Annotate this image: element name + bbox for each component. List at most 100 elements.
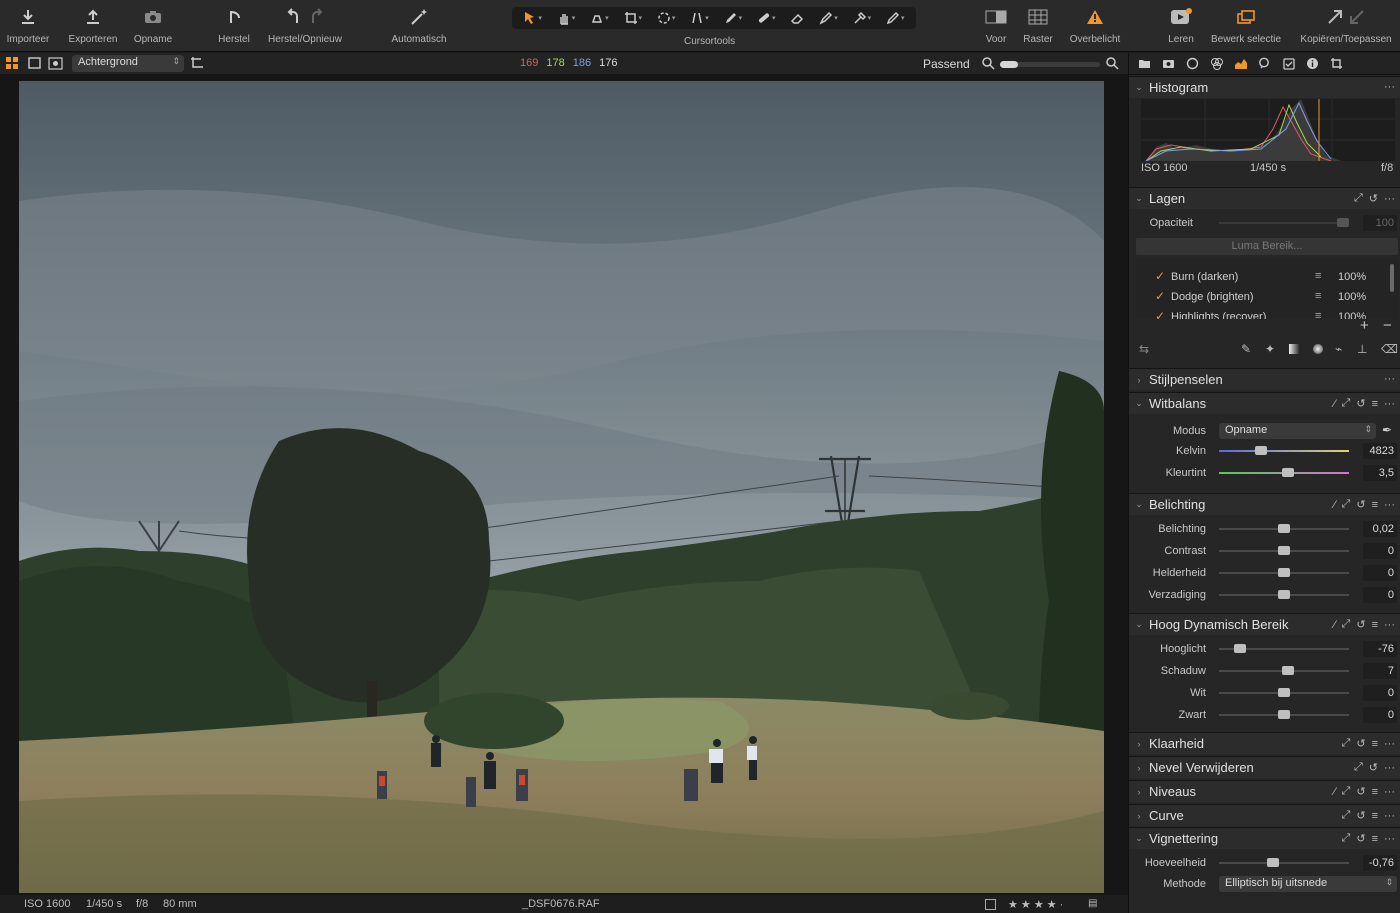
exposure-value[interactable]: 0,02 (1363, 521, 1397, 537)
tint-knob[interactable] (1282, 468, 1294, 477)
more-icon[interactable]: ··· (1384, 833, 1395, 845)
export-button[interactable]: Exporteren (64, 0, 122, 52)
checkmark-icon[interactable]: ✓ (1155, 269, 1165, 283)
luma-range-button[interactable]: Luma Bereik... (1136, 238, 1398, 255)
black-knob[interactable] (1278, 710, 1290, 719)
reset-button[interactable]: Herstel (212, 0, 256, 52)
reset-icon[interactable]: ↺ (1356, 832, 1365, 845)
more-icon[interactable]: ··· (1384, 619, 1395, 631)
more-icon[interactable]: ··· (1384, 81, 1395, 93)
expand-icon[interactable]: ⤢ (1342, 498, 1351, 511)
more-icon[interactable]: ··· (1384, 738, 1395, 750)
vignette-method-select[interactable]: Elliptisch bij uitsnede ⇕ (1219, 876, 1397, 892)
proof-eye-icon[interactable] (48, 57, 63, 70)
crop-tool[interactable]: ▾ (624, 11, 642, 25)
swap-icon[interactable]: ⇆ (1139, 342, 1149, 356)
add-layer-icon[interactable]: + (1360, 317, 1369, 334)
brightness-value[interactable]: 0 (1363, 565, 1397, 581)
menu-list-icon[interactable]: ▤ (1088, 898, 1097, 909)
tab-lens[interactable] (1185, 56, 1200, 71)
list-icon[interactable]: ≡ (1372, 619, 1378, 631)
hdr-header[interactable]: ⌄ Hoog Dynamisch Bereik ⁄ ⤢ ↺ ≡ ··· (1129, 613, 1400, 635)
import-button[interactable]: Importeer (4, 0, 52, 52)
vignette-amount-slider[interactable] (1219, 862, 1349, 864)
more-icon[interactable]: ··· (1384, 786, 1395, 798)
brush-icon[interactable]: ✎ (1241, 342, 1251, 356)
style-brushes-header[interactable]: › Stijlpenselen ··· (1129, 368, 1400, 390)
clarity-header[interactable]: › Klaarheid ⤢ ↺ ≡ ··· (1129, 732, 1400, 754)
checkmark-icon[interactable]: ✓ (1155, 309, 1165, 319)
dehaze-header[interactable]: › Nevel Verwijderen ⤢ ↺ ··· (1129, 756, 1400, 778)
select-checkbox[interactable] (985, 899, 996, 910)
expand-icon[interactable]: ⤢ (1342, 832, 1351, 845)
zoom-fit-label[interactable]: Passend (923, 57, 970, 71)
heal-tool[interactable]: ▾ (757, 11, 776, 25)
kelvin-slider[interactable] (1219, 450, 1349, 452)
tab-exposure[interactable] (1233, 56, 1248, 71)
tint-value[interactable]: 3,5 (1363, 465, 1397, 481)
picker-icon[interactable]: ⁄ (1334, 398, 1336, 410)
remove-layer-icon[interactable]: − (1383, 317, 1392, 334)
picker-icon[interactable]: ⁄ (1334, 499, 1336, 511)
white-value[interactable]: 0 (1363, 685, 1397, 701)
vignette-amount-value[interactable]: -0,76 (1363, 855, 1397, 871)
pan-tool[interactable]: ▾ (557, 11, 575, 25)
sliders-icon[interactable]: ≡ (1315, 290, 1321, 302)
layer-item[interactable]: ✓ Burn (darken) ≡ 100% (1129, 267, 1389, 287)
exposure-header[interactable]: ⌄ Belichting ⁄ ⤢ ↺ ≡ ··· (1129, 493, 1400, 515)
before-button[interactable]: Voor (982, 0, 1010, 52)
sliders-icon[interactable]: ≡ (1315, 270, 1321, 282)
heal-brush-icon[interactable]: ⌁ (1335, 342, 1342, 356)
levels-header[interactable]: › Niveaus ⁄ ⤢ ↺ ≡ ··· (1129, 780, 1400, 802)
zoom-slider-knob[interactable] (1000, 61, 1018, 68)
tab-metadata[interactable] (1305, 56, 1320, 71)
expand-icon[interactable]: ⤢ (1354, 192, 1363, 205)
gradient-tool[interactable]: ▾ (819, 11, 838, 25)
more-icon[interactable]: ··· (1384, 810, 1395, 822)
tab-capture[interactable] (1161, 56, 1176, 71)
list-icon[interactable]: ≡ (1372, 398, 1378, 410)
copy-apply-button[interactable]: Kopiëren/Toepassen (1296, 0, 1396, 52)
exposure-knob[interactable] (1278, 524, 1290, 533)
add-layer-icon[interactable] (190, 56, 204, 70)
reset-icon[interactable]: ↺ (1356, 809, 1365, 822)
capture-button[interactable]: Opname (130, 0, 176, 52)
list-icon[interactable]: ≡ (1372, 786, 1378, 798)
saturation-value[interactable]: 0 (1363, 587, 1397, 603)
kelvin-knob[interactable] (1255, 446, 1267, 455)
select-tool[interactable]: ▾ (523, 11, 542, 25)
black-value[interactable]: 0 (1363, 707, 1397, 723)
expand-icon[interactable]: ⤢ (1342, 737, 1351, 750)
sliders-icon[interactable]: ≡ (1315, 310, 1321, 319)
opacity-value[interactable]: 100 (1363, 215, 1397, 231)
layers-header[interactable]: ⌄ Lagen ⤢ ↺ ··· (1129, 187, 1400, 209)
highlight-knob[interactable] (1234, 644, 1246, 653)
expand-icon[interactable]: ⤢ (1342, 785, 1351, 798)
tab-library[interactable] (1137, 56, 1152, 71)
tab-crop[interactable] (1329, 56, 1344, 71)
expand-icon[interactable]: ⤢ (1342, 809, 1351, 822)
tab-adjustments[interactable] (1281, 56, 1296, 71)
more-icon[interactable]: ··· (1384, 398, 1395, 410)
single-view-icon[interactable] (28, 57, 41, 70)
vignetting-header[interactable]: ⌄ Vignettering ⤢ ↺ ≡ ··· (1129, 827, 1400, 849)
more-icon[interactable]: ··· (1384, 373, 1395, 385)
grid-button[interactable]: Raster (1020, 0, 1056, 52)
expand-icon[interactable]: ⤢ (1354, 761, 1363, 774)
auto-button[interactable]: Automatisch (386, 0, 452, 52)
more-icon[interactable]: ··· (1384, 499, 1395, 511)
expand-icon[interactable]: ⤢ (1342, 397, 1351, 410)
radial-gradient-icon[interactable] (1313, 344, 1323, 354)
shadow-knob[interactable] (1282, 666, 1294, 675)
exposure-warning-button[interactable]: Overbelicht (1066, 0, 1124, 52)
white-knob[interactable] (1278, 688, 1290, 697)
zoom-out-icon[interactable] (982, 57, 995, 70)
tab-details[interactable] (1257, 56, 1272, 71)
layer-item[interactable]: ✓ Highlights (recover) ≡ 100% (1129, 307, 1389, 319)
kelvin-value[interactable]: 4823 (1363, 443, 1397, 459)
wb-mode-select[interactable]: Opname ⇕ (1219, 423, 1376, 439)
checkmark-icon[interactable]: ✓ (1155, 289, 1165, 303)
star-rating[interactable]: ★ ★ ★ ★ · (1008, 898, 1063, 911)
more-icon[interactable]: ··· (1384, 193, 1395, 205)
highlight-value[interactable]: -76 (1363, 641, 1397, 657)
